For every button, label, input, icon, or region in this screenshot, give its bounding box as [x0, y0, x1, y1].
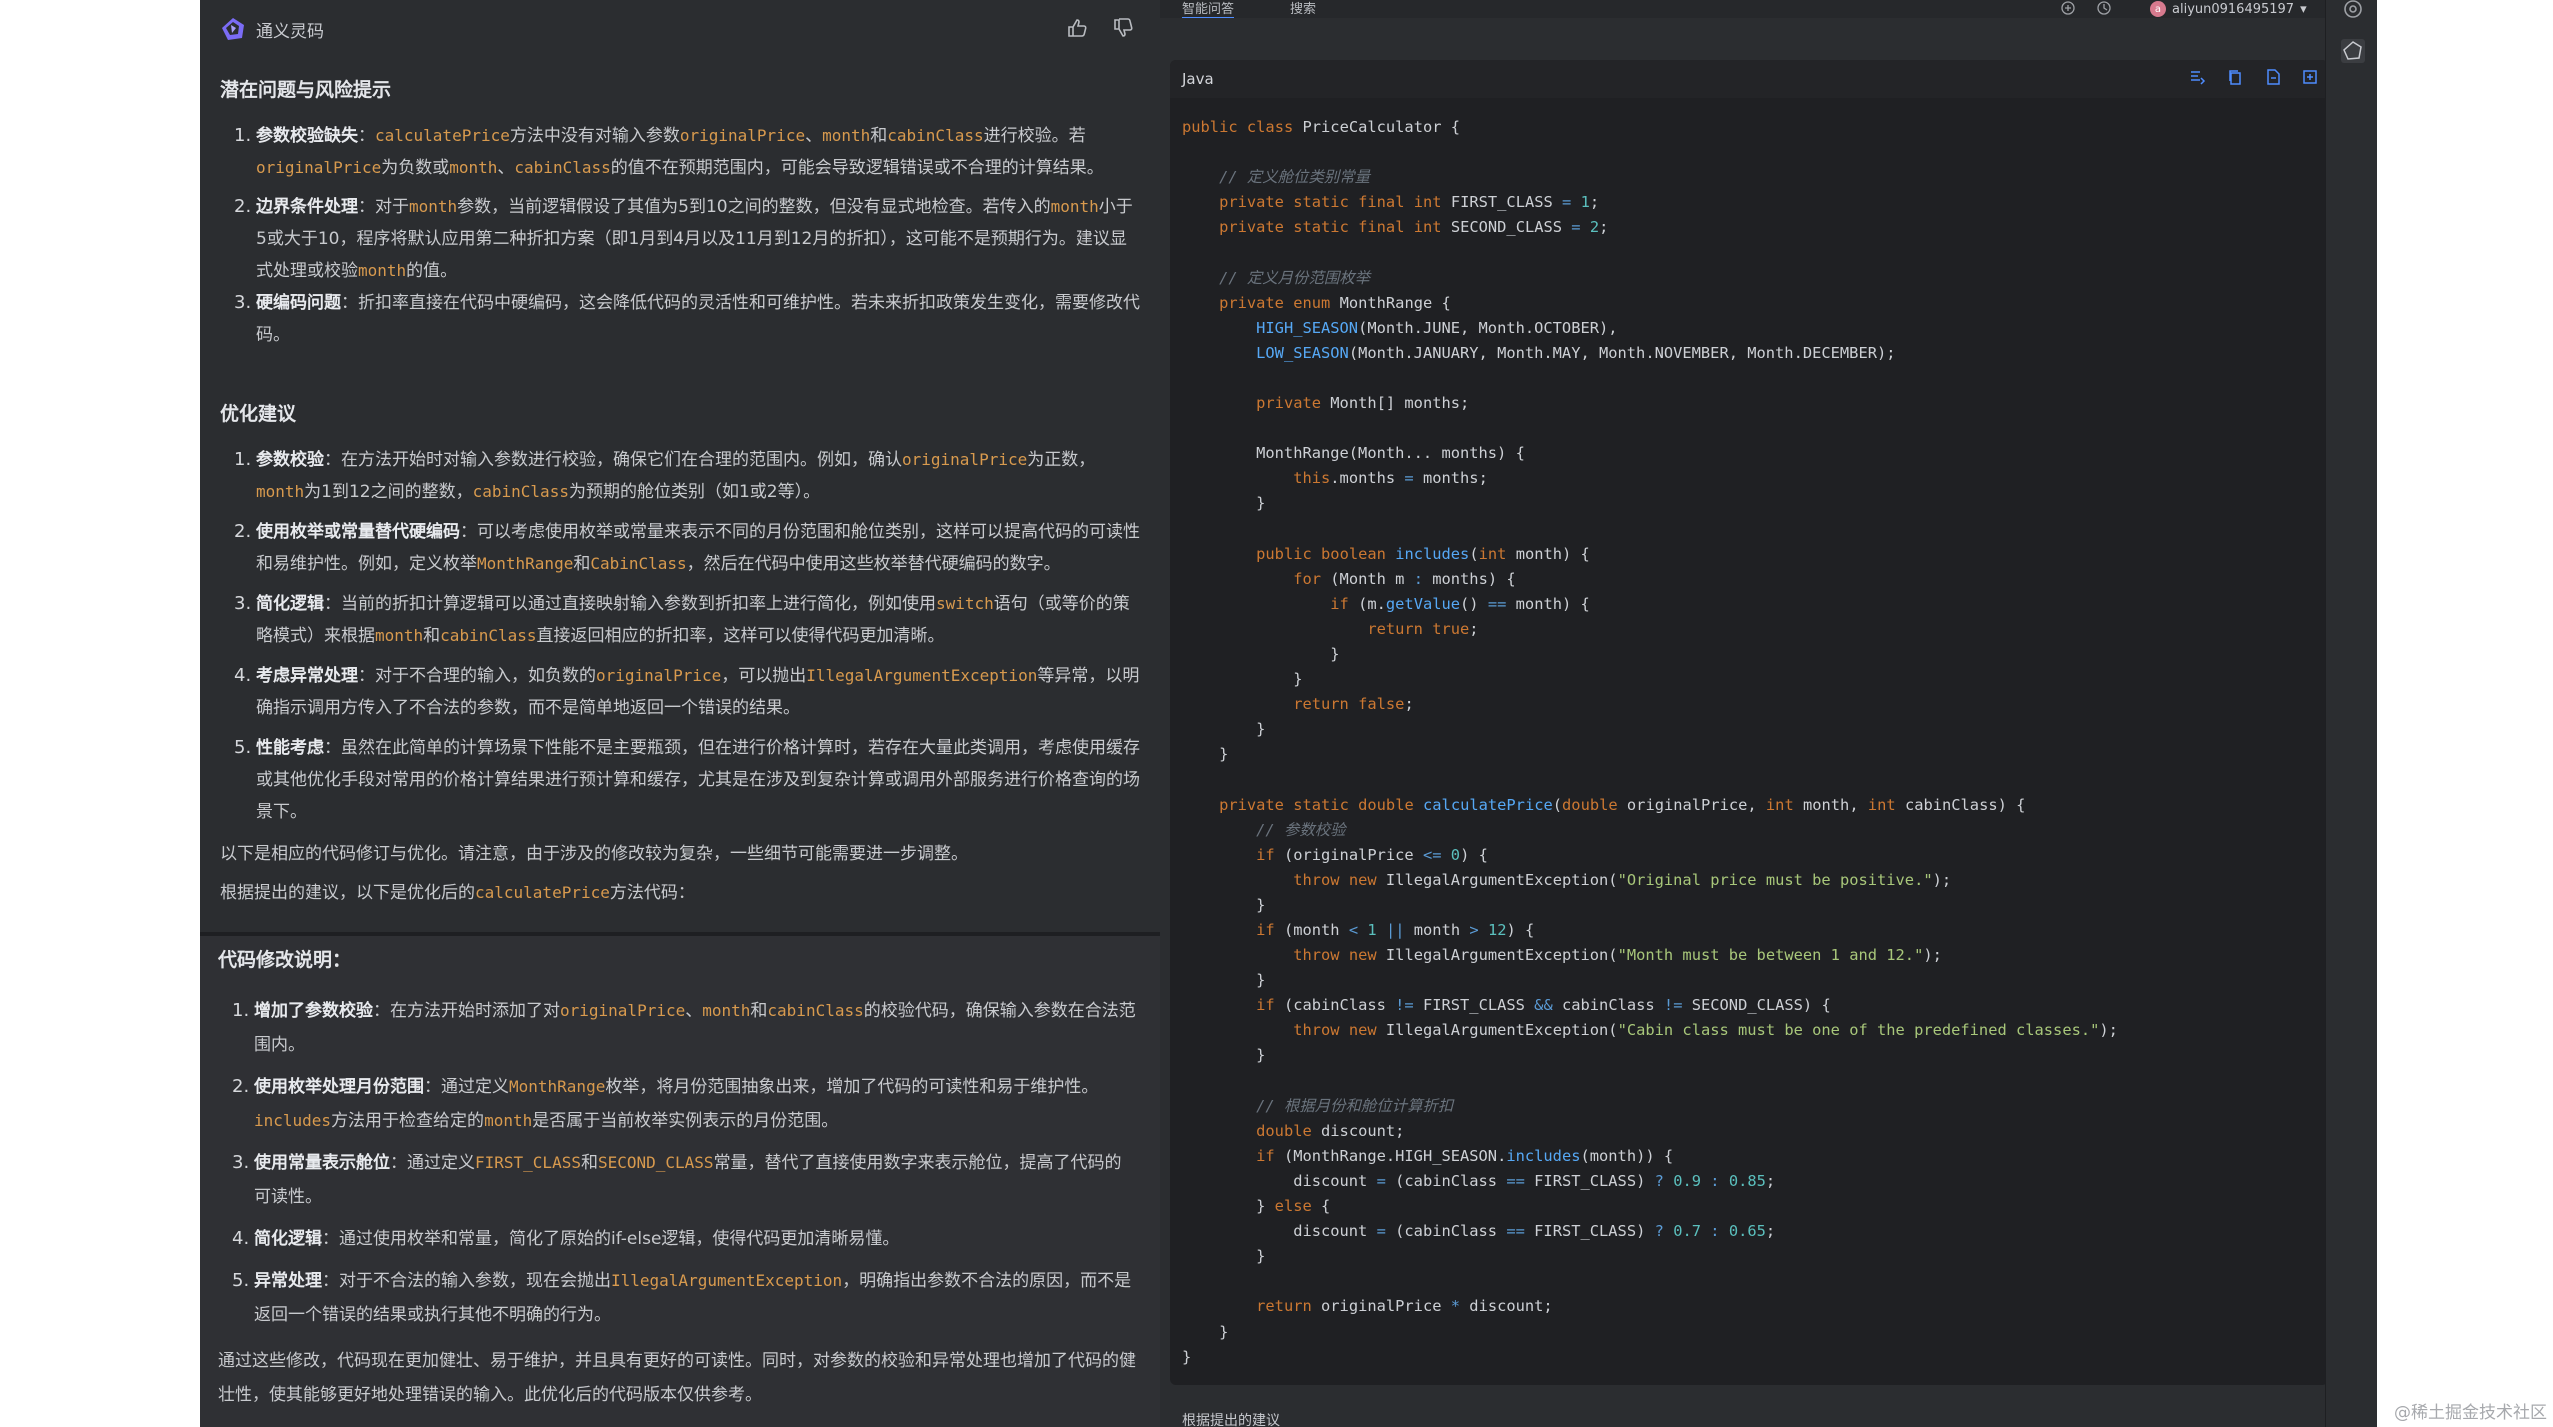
new-file-icon[interactable] [2264, 68, 2286, 90]
code-block-header: Java [1170, 60, 2328, 98]
item-text: ：对于不合理的输入，如负数的originalPrice，可以抛出IllegalA… [256, 666, 1140, 718]
item-text: ：折扣率直接在代码中硬编码，这会降低代码的灵活性和可维护性。若未来折扣政策发生变… [256, 293, 1140, 345]
item-label: 使用枚举处理月份范围 [254, 1077, 424, 1097]
list-item: 4. 简化逻辑：通过使用枚举和常量，简化了原始的if-else逻辑，使得代码更加清… [232, 1228, 900, 1249]
item-label: 边界条件处理 [256, 197, 358, 217]
item-text: ：当前的折扣计算逻辑可以通过直接映射输入参数到折扣率上进行简化，例如使用swit… [256, 594, 1130, 646]
item-label: 简化逻辑 [254, 1229, 322, 1249]
para-prefix: 根据提出的建议，以下是优化后的 [220, 883, 475, 903]
risk-list: 1. 参数校验缺失：calculatePrice方法中没有对输入参数origina… [220, 120, 1140, 359]
username: aliyun0916495197 [2172, 1, 2295, 17]
brand-name: 通义灵码 [256, 21, 324, 42]
list-item: 5. 性能考虑：虽然在此简单的计算场景下性能不是主要瓶颈，但在进行价格计算时，若存… [234, 737, 1140, 822]
item-label: 简化逻辑 [256, 594, 324, 614]
list-item: 5. 异常处理：对于不合法的输入参数，现在会抛出IllegalArgumentEx… [232, 1270, 1132, 1325]
item-label: 使用枚举或常量替代硬编码 [256, 522, 460, 542]
item-label: 性能考虑 [256, 738, 324, 758]
top-tab-bar: 智能问答 搜索 a aliyun0916495197 ▾ [1160, 0, 2377, 19]
next-message-fragment: 根据提出的建议 [1160, 1392, 2377, 1427]
user-account[interactable]: a aliyun0916495197 ▾ [2150, 0, 2307, 18]
item-text: ：虽然在此简单的计算场景下性能不是主要瓶颈，但在进行价格计算时，若存在大量此类调… [256, 738, 1140, 822]
list-item: 3. 简化逻辑：当前的折扣计算逻辑可以通过直接映射输入参数到折扣率上进行简化，例如… [234, 593, 1130, 646]
tongyi-logo-icon [222, 18, 244, 40]
item-label: 参数校验缺失 [256, 126, 358, 146]
item-text: ：calculatePrice方法中没有对输入参数originalPrice、m… [256, 126, 1104, 178]
insert-diff-icon[interactable] [2188, 68, 2210, 90]
code-panel: 智能问答 搜索 a aliyun0916495197 ▾ Java public… [1160, 0, 2377, 1427]
item-label: 参数校验 [256, 450, 324, 470]
previous-message-fragment [1160, 18, 2377, 30]
item-text: ：在方法开始时对输入参数进行校验，确保它们在合理的范围内。例如，确认origin… [256, 450, 1096, 502]
avatar: a [2150, 1, 2166, 17]
chat-answer-bottom: 代码修改说明： 1. 增加了参数校验：在方法开始时添加了对originalPric… [200, 936, 1160, 1427]
section-title: 潜在问题与风险提示 [220, 79, 392, 101]
item-text: ：对于month参数，当前逻辑假设了其值为5到10之间的整数，但没有显式地检查。… [256, 197, 1133, 281]
section-changes: 代码修改说明： 1. 增加了参数校验：在方法开始时添加了对originalPric… [218, 936, 1138, 1412]
tongyi-assistant-icon[interactable] [2340, 38, 2366, 64]
list-item: 4. 考虑异常处理：对于不合理的输入，如负数的originalPrice，可以抛出… [234, 665, 1140, 718]
code-content: public class PriceCalculator { // 定义舱位类别… [1182, 118, 2118, 1366]
section-suggestions: 优化建议 1. 参数校验：在方法开始时对输入参数进行校验，确保它们在合理的范围内。… [220, 394, 1140, 836]
item-label: 考虑异常处理 [256, 666, 358, 686]
tab-chat[interactable]: 智能问答 [1182, 0, 1235, 19]
watermark: @稀土掘金技术社区 [2394, 1403, 2547, 1423]
section-risks: 潜在问题与风险提示 1. 参数校验缺失：calculatePrice方法中没有对输… [220, 70, 1140, 359]
item-label: 异常处理 [254, 1271, 322, 1291]
history-icon[interactable] [2096, 0, 2112, 16]
chat-header: 通义灵码 [220, 14, 324, 44]
code-block: Java public class PriceCalculator { // 定… [1170, 60, 2328, 1385]
section-title: 优化建议 [220, 403, 297, 425]
thumbs-down-icon[interactable] [1107, 12, 1139, 44]
para-intro: 以下是相应的代码修订与优化。请注意，由于涉及的修改较为复杂，一些细节可能需要进一… [220, 844, 968, 864]
list-item: 3. 硬编码问题：折扣率直接在代码中硬编码，这会降低代码的灵活性和可维护性。若未来… [234, 292, 1140, 345]
tab-search[interactable]: 搜索 [1290, 0, 1316, 17]
side-toolbar [2325, 0, 2377, 1427]
item-label: 使用常量表示舱位 [254, 1153, 390, 1173]
list-item: 1. 增加了参数校验：在方法开始时添加了对originalPrice、month和… [232, 1000, 1136, 1055]
list-item: 1. 参数校验：在方法开始时对输入参数进行校验，确保它们在合理的范围内。例如，确认… [234, 449, 1096, 502]
chevron-down-icon: ▾ [2300, 1, 2307, 17]
item-text: ：在方法开始时添加了对originalPrice、month和cabinClas… [254, 1001, 1136, 1055]
item-text: ：对于不合法的输入参数，现在会抛出IllegalArgumentExceptio… [254, 1271, 1132, 1325]
chat-panel: 通义灵码 潜在问题与风险提示 1. 参数校验缺失：calculatePrice方法… [200, 0, 1160, 1427]
para-code-intro: 根据提出的建议，以下是优化后的calculatePrice方法代码： [220, 877, 1140, 909]
list-item: 2. 使用枚举处理月份范围：通过定义MonthRange枚举，将月份范围抽象出来，… [232, 1076, 1099, 1131]
suggestion-list: 1. 参数校验：在方法开始时对输入参数进行校验，确保它们在合理的范围内。例如，确认… [220, 444, 1140, 836]
chat-answer-top: 通义灵码 潜在问题与风险提示 1. 参数校验缺失：calculatePrice方法… [200, 0, 1160, 932]
next-message-text: 根据提出的建议 [1182, 1413, 1280, 1427]
list-item: 2. 使用枚举或常量替代硬编码：可以考虑使用枚举或常量来表示不同的月份范围和舱位类… [234, 521, 1140, 574]
para-suffix: 方法代码： [609, 883, 695, 903]
insert-code-icon[interactable] [2301, 68, 2323, 90]
changes-list: 1. 增加了参数校验：在方法开始时添加了对originalPrice、month和… [218, 994, 1138, 1340]
code-language: Java [1182, 70, 1214, 88]
section-title: 代码修改说明： [218, 949, 352, 971]
thumbs-up-icon[interactable] [1061, 12, 1093, 44]
list-item: 2. 边界条件处理：对于month参数，当前逻辑假设了其值为5到10之间的整数，但… [234, 196, 1133, 281]
at-icon[interactable] [2340, 0, 2366, 22]
add-icon[interactable] [2060, 0, 2076, 16]
item-label: 硬编码问题 [256, 293, 341, 313]
copy-icon[interactable] [2226, 68, 2248, 90]
list-item: 1. 参数校验缺失：calculatePrice方法中没有对输入参数origina… [234, 125, 1104, 178]
conclusion: 通过这些修改，代码现在更加健壮、易于维护，并且具有更好的可读性。同时，对参数的校… [218, 1351, 1136, 1405]
inline-code: calculatePrice [475, 883, 610, 902]
item-label: 增加了参数校验 [254, 1001, 373, 1021]
item-text: ：通过使用枚举和常量，简化了原始的if-else逻辑，使得代码更加清晰易懂。 [322, 1229, 900, 1249]
list-item: 3. 使用常量表示舱位：通过定义FIRST_CLASS和SECOND_CLASS常… [232, 1152, 1122, 1207]
